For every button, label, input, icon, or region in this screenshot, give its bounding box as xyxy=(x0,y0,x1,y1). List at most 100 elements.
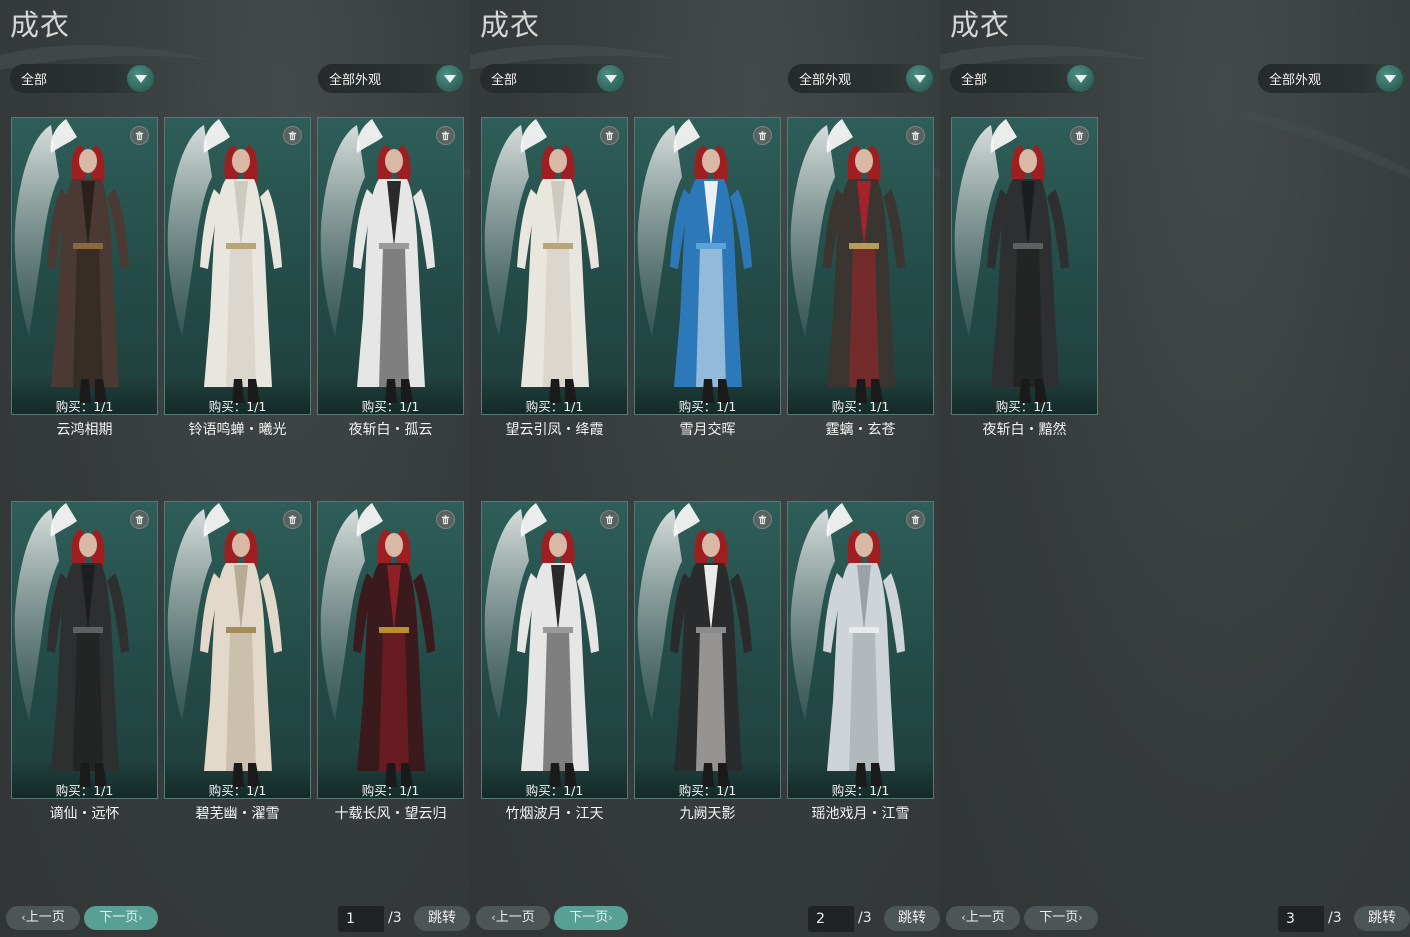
outfit-preview-image xyxy=(484,503,599,787)
outfit-card[interactable]: 购买：1/1 夜斩白・孤云 xyxy=(317,117,464,438)
purchase-count: 购买：1/1 xyxy=(678,399,737,414)
page-number-input[interactable] xyxy=(338,906,384,932)
outfit-name: 云鸿相期 xyxy=(56,422,113,438)
next-page-button[interactable]: 下一页› xyxy=(554,906,628,930)
category-dropdown[interactable]: 全部 xyxy=(950,64,1096,93)
trash-icon[interactable] xyxy=(130,510,149,529)
prev-page-button[interactable]: ‹上一页 xyxy=(946,906,1020,930)
page-number-input[interactable] xyxy=(1278,906,1324,932)
trash-icon[interactable] xyxy=(753,126,772,145)
page-number-box: /3 xyxy=(338,906,418,932)
outfit-name: 九阙天影 xyxy=(679,806,736,822)
category-dropdown[interactable]: 全部 xyxy=(10,64,156,93)
prev-page-label: 上一页 xyxy=(495,910,535,925)
prev-page-button[interactable]: ‹上一页 xyxy=(6,906,80,930)
outfit-card[interactable]: 购买：1/1 瑶池戏月・江雪 xyxy=(787,501,934,822)
next-page-label: 下一页 xyxy=(99,910,139,925)
outfit-name: 夜斩白・孤云 xyxy=(348,422,433,438)
outfit-card[interactable]: 购买：1/1 云鸿相期 xyxy=(11,117,158,438)
purchase-count: 购买：1/1 xyxy=(525,399,584,414)
jump-button[interactable]: 跳转 xyxy=(1354,906,1410,931)
purchase-count: 购买：1/1 xyxy=(995,399,1054,414)
category-dropdown[interactable]: 全部 xyxy=(480,64,626,93)
chevron-down-icon[interactable] xyxy=(906,65,933,92)
next-page-button[interactable]: 下一页› xyxy=(84,906,158,930)
jump-button[interactable]: 跳转 xyxy=(414,906,470,931)
trash-icon[interactable] xyxy=(130,126,149,145)
page-number-box: /3 xyxy=(808,906,888,932)
chevron-down-icon[interactable] xyxy=(127,65,154,92)
outfit-preview-image xyxy=(484,119,599,403)
outfit-card[interactable]: 购买：1/1 竹烟波月・江天 xyxy=(481,501,628,822)
chevron-down-icon[interactable] xyxy=(597,65,624,92)
purchase-count: 购买：1/1 xyxy=(55,783,114,798)
outfit-card[interactable]: 购买：1/1 望云引凤・绛霞 xyxy=(481,117,628,438)
purchase-count: 购买：1/1 xyxy=(208,783,267,798)
outfit-name: 霆螭・玄苍 xyxy=(825,422,896,438)
page-total: /3 xyxy=(1328,910,1342,926)
page-total: /3 xyxy=(858,910,872,926)
appearance-dropdown[interactable]: 全部外观 xyxy=(318,64,465,93)
purchase-count: 购买：1/1 xyxy=(361,399,420,414)
outfit-preview-image xyxy=(637,119,752,403)
outfit-preview-image xyxy=(14,503,129,787)
page-number-input[interactable] xyxy=(808,906,854,932)
panel-title: 成衣 xyxy=(10,8,71,42)
dropdown-label: 全部 xyxy=(21,73,48,88)
prev-page-button[interactable]: ‹上一页 xyxy=(476,906,550,930)
page-number-box: /3 xyxy=(1278,906,1358,932)
chevron-down-icon[interactable] xyxy=(436,65,463,92)
outfit-panel: 成衣全部全部外观 购买：1/1夜斩白・黯然‹上一页下一页›/3跳转 xyxy=(940,0,1410,937)
trash-icon[interactable] xyxy=(1070,126,1089,145)
outfit-card[interactable]: 购买：1/1 霆螭・玄苍 xyxy=(787,117,934,438)
outfit-card[interactable]: 购买：1/1 碧芜幽・濯雪 xyxy=(164,501,311,822)
outfit-name: 夜斩白・黯然 xyxy=(982,422,1067,438)
outfit-preview-image xyxy=(167,119,282,403)
outfit-name: 竹烟波月・江天 xyxy=(505,806,604,822)
outfit-preview-image xyxy=(637,503,752,787)
purchase-count: 购买：1/1 xyxy=(208,399,267,414)
outfit-card[interactable]: 购买：1/1 十载长风・望云归 xyxy=(317,501,464,822)
outfit-preview-image xyxy=(790,119,905,403)
next-page-label: 下一页 xyxy=(569,910,609,925)
next-page-button[interactable]: 下一页› xyxy=(1024,906,1098,930)
trash-icon[interactable] xyxy=(436,510,455,529)
purchase-count: 购买：1/1 xyxy=(361,783,420,798)
trash-icon[interactable] xyxy=(906,510,925,529)
dropdown-label: 全部外观 xyxy=(1269,73,1322,88)
outfit-name: 谪仙・远怀 xyxy=(49,806,120,822)
purchase-count: 购买：1/1 xyxy=(831,399,890,414)
outfit-preview-image xyxy=(14,119,129,403)
trash-icon[interactable] xyxy=(906,126,925,145)
chevron-right-icon: › xyxy=(138,911,143,924)
outfit-name: 碧芜幽・濯雪 xyxy=(195,806,280,822)
chevron-down-icon[interactable] xyxy=(1067,65,1094,92)
trash-icon[interactable] xyxy=(283,126,302,145)
dropdown-label: 全部外观 xyxy=(799,73,852,88)
prev-page-label: 上一页 xyxy=(25,910,65,925)
outfit-card[interactable]: 购买：1/1 九阙天影 xyxy=(634,501,781,822)
purchase-count: 购买：1/1 xyxy=(525,783,584,798)
outfit-card[interactable]: 购买：1/1 谪仙・远怀 xyxy=(11,501,158,822)
jump-button[interactable]: 跳转 xyxy=(884,906,940,931)
page-total: /3 xyxy=(388,910,402,926)
outfit-card[interactable]: 购买：1/1 铃语鸣蝉・曦光 xyxy=(164,117,311,438)
outfit-preview-image xyxy=(790,503,905,787)
appearance-dropdown[interactable]: 全部外观 xyxy=(788,64,935,93)
outfit-panel: 成衣 全部 全部外观 购买：1/1 云鸿相期 购买：1/1 铃语鸣蝉・曦光 购买… xyxy=(0,0,470,937)
trash-icon[interactable] xyxy=(283,510,302,529)
trash-icon[interactable] xyxy=(600,126,619,145)
outfit-preview-image xyxy=(320,503,435,787)
trash-icon[interactable] xyxy=(753,510,772,529)
chevron-down-icon[interactable] xyxy=(1376,65,1403,92)
purchase-count: 购买：1/1 xyxy=(55,399,114,414)
outfit-card[interactable]: 购买：1/1 雪月交晖 xyxy=(634,117,781,438)
outfit-name: 铃语鸣蝉・曦光 xyxy=(188,422,287,438)
next-page-label: 下一页 xyxy=(1039,910,1079,925)
chevron-right-icon: › xyxy=(608,911,613,924)
dropdown-label: 全部 xyxy=(491,73,518,88)
trash-icon[interactable] xyxy=(436,126,455,145)
appearance-dropdown[interactable]: 全部外观 xyxy=(1258,64,1405,93)
outfit-card[interactable]: 购买：1/1 夜斩白・黯然 xyxy=(951,117,1098,438)
trash-icon[interactable] xyxy=(600,510,619,529)
